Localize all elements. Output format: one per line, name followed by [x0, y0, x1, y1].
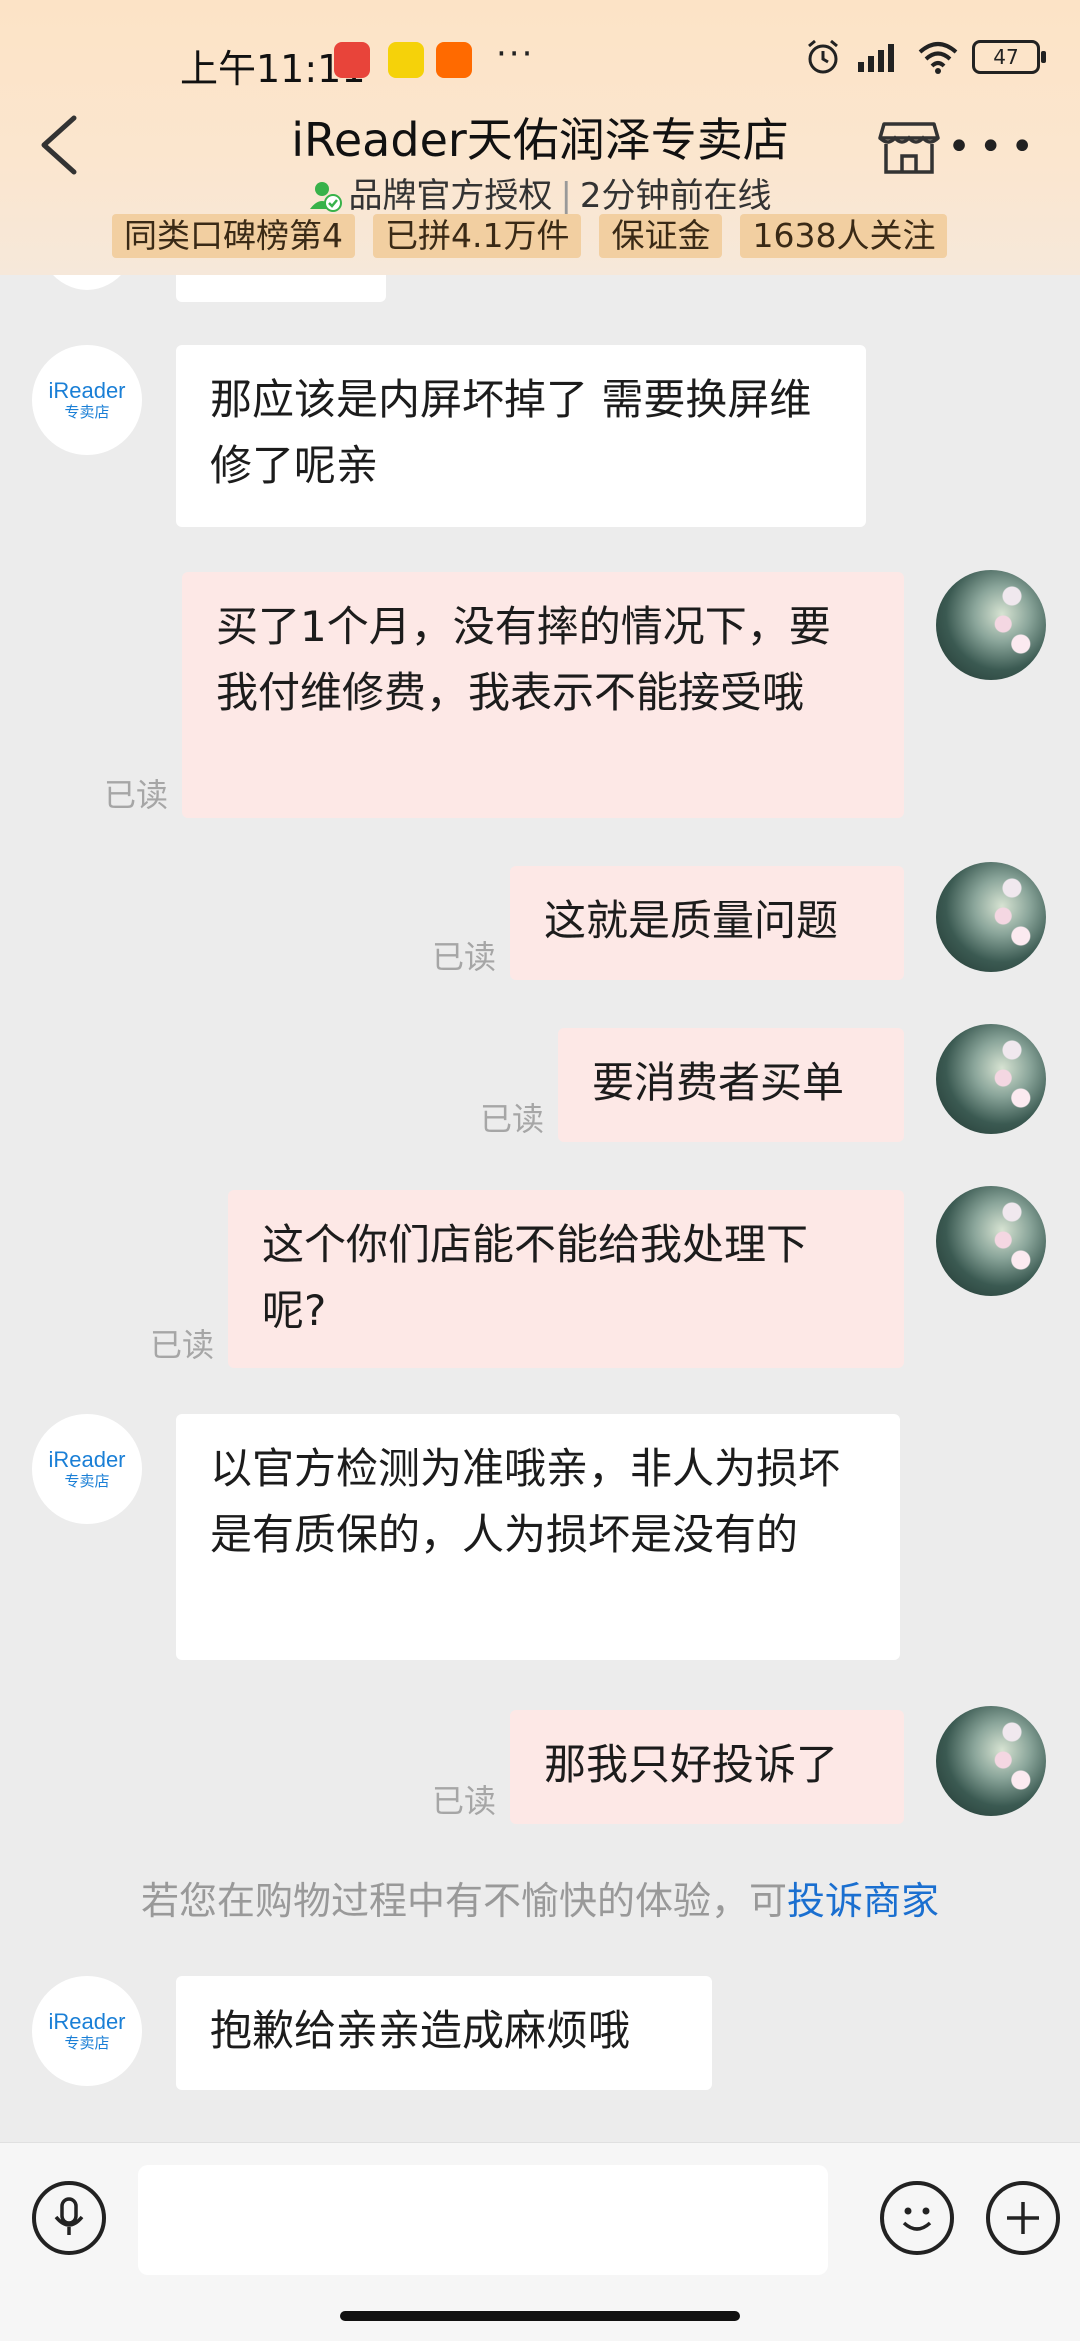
- shop-tag[interactable]: 同类口碑榜第4: [112, 214, 355, 258]
- shop-tag[interactable]: 保证金: [599, 214, 723, 258]
- shop-tag[interactable]: 已拼4.1万件: [373, 214, 582, 258]
- shop-tags: 同类口碑榜第4 已拼4.1万件 保证金 1638人关注: [112, 214, 948, 258]
- read-receipt: 已读: [480, 1100, 545, 1138]
- read-receipt: 已读: [150, 1326, 215, 1364]
- notification-app-icon: [388, 42, 424, 78]
- user-avatar[interactable]: [936, 1024, 1046, 1134]
- complaint-notice: 若您在购物过程中有不愉快的体验，可投诉商家: [0, 1870, 1080, 1925]
- message-bubble[interactable]: 买了1个月，没有摔的情况下，要我付维修费，我表示不能接受哦: [182, 572, 904, 818]
- notification-app-icon: [334, 42, 370, 78]
- shop-avatar-brand: iReader: [48, 2009, 126, 2034]
- emoji-icon: [902, 2207, 932, 2231]
- message-input[interactable]: [138, 2165, 828, 2275]
- read-receipt: 已读: [432, 938, 497, 976]
- status-right: 47: [804, 38, 1046, 76]
- emoji-button[interactable]: [880, 2181, 954, 2255]
- complaint-notice-text: 若您在购物过程中有不愉快的体验，可: [140, 1879, 787, 1923]
- shop-avatar-sub: 专卖店: [64, 1472, 110, 1490]
- message-bubble[interactable]: 要消费者买单: [558, 1028, 904, 1142]
- plus-icon: [1007, 2202, 1039, 2234]
- chat-header: 上午11:11 ··· 47 iReader天佑润泽专卖店 品牌官方授权 | 2…: [0, 0, 1080, 275]
- wifi-icon: [918, 42, 958, 74]
- status-bar: 上午11:11 ··· 47: [0, 30, 1080, 91]
- more-icon[interactable]: •••: [947, 124, 1042, 170]
- shop-avatar[interactable]: iReader 专卖店: [32, 345, 142, 455]
- shop-avatar-sub: 专卖店: [64, 2034, 110, 2052]
- read-receipt: 已读: [432, 1782, 497, 1820]
- more-notifications-icon: ···: [496, 34, 535, 74]
- message-bubble[interactable]: 抱歉给亲亲造成麻烦哦: [176, 1976, 712, 2090]
- notification-app-icon: [436, 42, 472, 78]
- verified-label: 品牌官方授权: [348, 176, 553, 216]
- battery-icon: 47: [972, 40, 1046, 74]
- complaint-link[interactable]: 投诉商家: [787, 1879, 939, 1923]
- input-bar: [0, 2142, 1080, 2341]
- user-avatar[interactable]: [936, 862, 1046, 972]
- message-bubble[interactable]: 这就是质量问题: [510, 866, 904, 980]
- home-indicator[interactable]: [340, 2311, 740, 2321]
- shop-avatar[interactable]: iReader 专卖店: [32, 1976, 142, 2086]
- message-bubble[interactable]: 那应该是内屏坏掉了 需要换屏维修了呢亲: [176, 345, 866, 527]
- signal-icon: [858, 44, 894, 72]
- shop-avatar-brand: iReader: [48, 378, 126, 403]
- message-bubble[interactable]: 这个你们店能不能给我处理下呢?: [228, 1190, 904, 1368]
- verified-icon: [310, 182, 343, 212]
- chat-area: iReader 专卖店 那应该是内屏坏掉了 需要换屏维修了呢亲 已读 买了1个月…: [0, 0, 1080, 2140]
- read-receipt: 已读: [104, 776, 169, 814]
- plus-button[interactable]: [986, 2181, 1060, 2255]
- store-icon[interactable]: [878, 116, 940, 178]
- shop-avatar-brand: iReader: [48, 1447, 126, 1472]
- divider: |: [560, 176, 572, 216]
- message-bubble[interactable]: 以官方检测为准哦亲，非人为损坏是有质保的，人为损坏是没有的: [176, 1414, 900, 1660]
- voice-button[interactable]: [32, 2181, 106, 2255]
- shop-tag[interactable]: 1638人关注: [740, 214, 948, 258]
- online-status: 2分钟前在线: [579, 176, 772, 216]
- user-avatar[interactable]: [936, 570, 1046, 680]
- message-bubble[interactable]: 那我只好投诉了: [510, 1710, 904, 1824]
- user-avatar[interactable]: [936, 1186, 1046, 1296]
- shop-avatar-sub: 专卖店: [64, 403, 110, 421]
- shop-avatar[interactable]: iReader 专卖店: [32, 1414, 142, 1524]
- user-avatar[interactable]: [936, 1706, 1046, 1816]
- microphone-icon: [54, 2197, 84, 2235]
- alarm-icon: [808, 39, 838, 74]
